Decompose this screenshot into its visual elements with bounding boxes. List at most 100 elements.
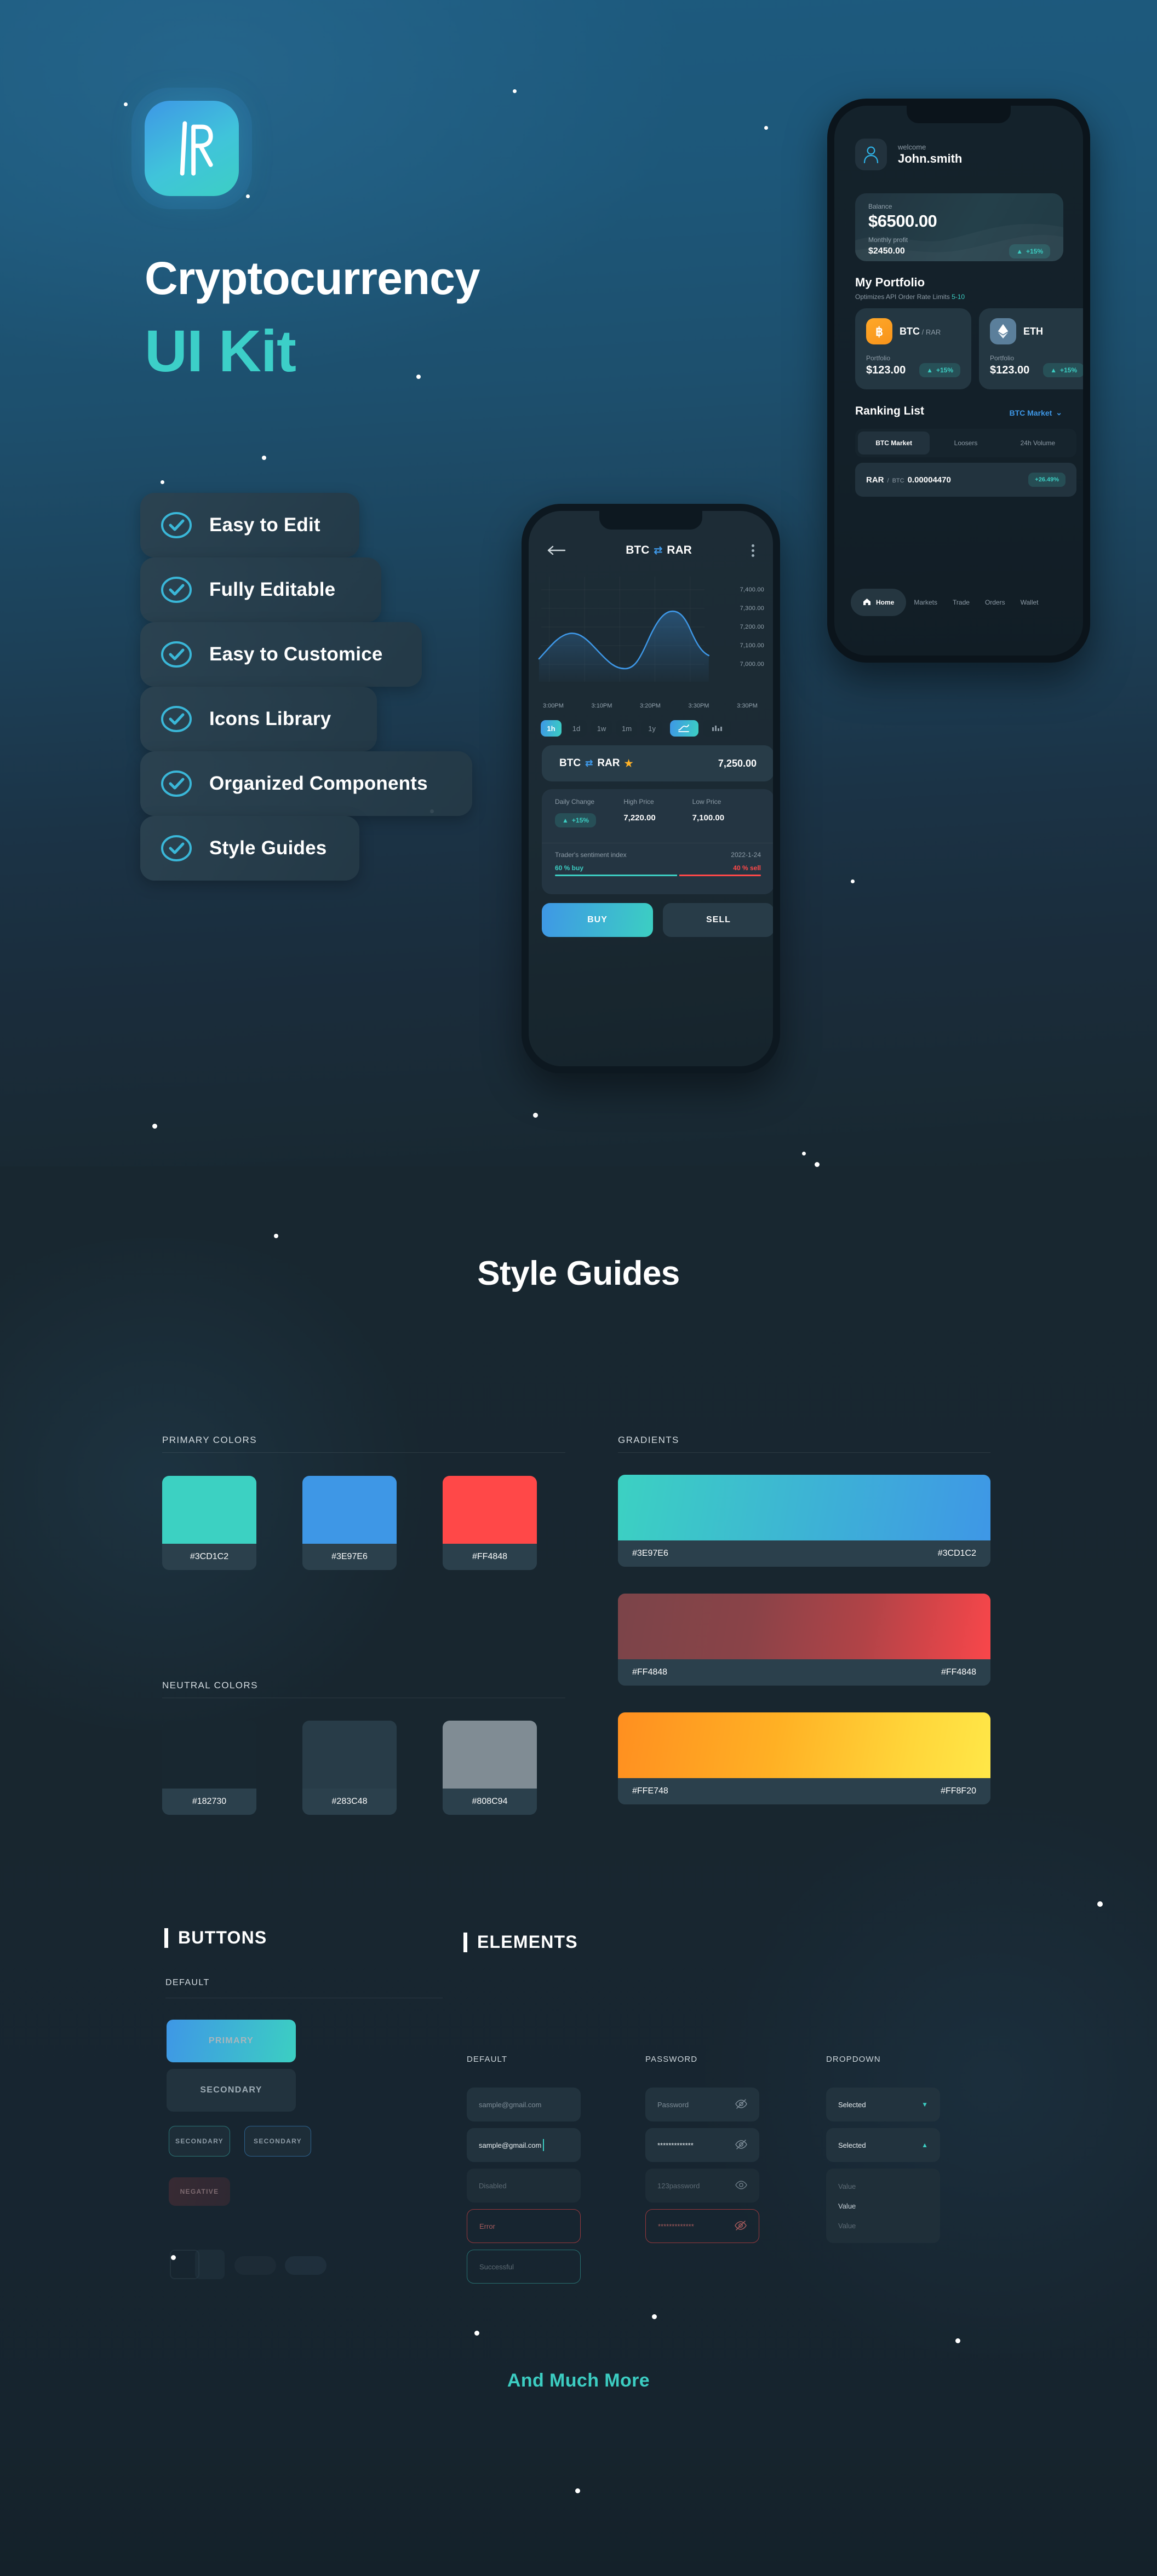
gradient-hex-from: #FFE748: [632, 1786, 668, 1796]
eye-off-icon[interactable]: [735, 2098, 747, 2111]
gradient-hex-to: #FF8F20: [941, 1786, 976, 1796]
feature-item-icons-library[interactable]: Icons Library: [140, 687, 377, 751]
caret-down-icon: ▼: [921, 2101, 928, 2108]
line-chart-icon[interactable]: [670, 720, 699, 737]
feature-item-easy-to-customice[interactable]: Easy to Customice: [140, 622, 422, 687]
buy-button[interactable]: BUY: [542, 903, 653, 937]
toggle-switch-off[interactable]: [234, 2256, 276, 2275]
coin-card-eth[interactable]: ETH Portfolio $123.00 ▲ +15%: [979, 308, 1083, 389]
input-error-text: Error: [479, 2222, 495, 2230]
dropdown-option[interactable]: Value: [826, 2216, 940, 2235]
toggle-switch-on[interactable]: [285, 2256, 327, 2275]
coin-portfolio-label: Portfolio: [866, 354, 891, 362]
star-icon[interactable]: ★: [624, 758, 633, 769]
input-password-filled[interactable]: *************: [645, 2128, 759, 2162]
stat-low-price: Low Price 7,100.00: [692, 798, 761, 843]
eye-off-icon[interactable]: [735, 2220, 747, 2232]
sell-button[interactable]: SELL: [663, 903, 773, 937]
stat-label: High Price: [623, 798, 654, 806]
ranking-quote: BTC: [892, 477, 904, 484]
negative-button[interactable]: NEGATIVE: [169, 2177, 230, 2206]
dropdown-expanded[interactable]: Selected ▲: [826, 2128, 940, 2162]
timeframe-chip-1h[interactable]: 1h: [541, 720, 562, 737]
monthly-profit-label: Monthly profit: [868, 236, 908, 244]
timeframe-chip-1w[interactable]: 1w: [591, 720, 612, 737]
input-password-placeholder[interactable]: Password: [645, 2088, 759, 2121]
eye-off-icon[interactable]: [735, 2139, 747, 2151]
coin-change-badge: ▲ +15%: [919, 363, 960, 377]
dropdown-option[interactable]: Value: [826, 2176, 940, 2196]
timeframe-chip-1m[interactable]: 1m: [616, 720, 638, 737]
input-password-error[interactable]: *************: [645, 2209, 759, 2243]
ethereum-icon: [990, 318, 1016, 344]
phone-notch: [599, 511, 702, 530]
input-disabled-text: Disabled: [479, 2181, 507, 2190]
chart-y-label: 7,200.00: [740, 624, 764, 630]
ranking-row[interactable]: RAR / BTC 0.00004470 +26.49%: [855, 463, 1076, 497]
ranking-tab-btc-market[interactable]: BTC Market: [858, 432, 930, 455]
swatch-fill: [302, 1476, 397, 1544]
nav-label: Home: [876, 599, 895, 606]
swatch-hex: #3E97E6: [302, 1544, 397, 1570]
secondary-outline-blue-button[interactable]: SECONDARY: [244, 2126, 311, 2157]
elements-default-column-label: DEFAULT: [467, 2055, 508, 2064]
elements-password-column-label: PASSWORD: [645, 2055, 698, 2064]
price-card-base: BTC: [559, 757, 581, 769]
hero-title-primary: Cryptocurrency: [145, 252, 480, 304]
checkbox-checked[interactable]: [195, 2250, 225, 2279]
input-default-placeholder[interactable]: sample@gmail.com: [467, 2088, 581, 2121]
timeframe-chip-1y[interactable]: 1y: [641, 720, 663, 737]
eye-icon[interactable]: [735, 2180, 747, 2192]
chevron-down-icon: ⌄: [1056, 408, 1062, 417]
timeframe-chip-1d[interactable]: 1d: [566, 720, 587, 737]
dropdown-collapsed[interactable]: Selected ▼: [826, 2088, 940, 2121]
check-circle-icon: [160, 767, 193, 800]
more-vertical-icon[interactable]: [752, 544, 754, 557]
dropdown-option-label: Value: [838, 2221, 856, 2230]
input-default-filled[interactable]: sample@gmail.com: [467, 2128, 581, 2162]
secondary-outline-teal-button[interactable]: SECONDARY: [169, 2126, 230, 2157]
feature-item-style-guides[interactable]: Style Guides: [140, 816, 359, 881]
pair-base-label: BTC: [626, 544, 650, 556]
gradient-fill: [618, 1594, 990, 1659]
nav-item-trade[interactable]: Trade: [945, 589, 977, 616]
candlestick-chart-icon[interactable]: [703, 720, 732, 737]
username-label: John.smith: [898, 151, 963, 165]
input-default-success[interactable]: Successful: [467, 2250, 581, 2284]
dropdown-option[interactable]: Value: [826, 2196, 940, 2216]
buttons-heading-text: BUTTONS: [178, 1928, 267, 1947]
swatch-hex: #FF4848: [443, 1544, 537, 1570]
swatch-fill: [443, 1476, 537, 1544]
feature-item-fully-editable[interactable]: Fully Editable: [140, 557, 381, 622]
ranking-market-selector[interactable]: BTC Market ⌄: [1009, 408, 1062, 417]
ranking-tab-loosers[interactable]: Loosers: [930, 432, 1001, 455]
user-avatar-icon[interactable]: [855, 139, 887, 170]
nav-item-markets[interactable]: Markets: [906, 589, 945, 616]
swatch-fill: [162, 1476, 256, 1544]
swatch-fill: [443, 1721, 537, 1789]
color-swatch-neutral-3: #808C94: [443, 1721, 537, 1815]
feature-item-easy-to-edit[interactable]: Easy to Edit: [140, 493, 359, 557]
chart-pair-title: BTC ⇄ RAR: [626, 544, 692, 557]
sentiment-sell-label: 40 % sell: [733, 864, 761, 872]
nav-item-wallet[interactable]: Wallet: [1013, 589, 1046, 616]
nav-item-home[interactable]: Home: [851, 589, 907, 616]
primary-colors-label: PRIMARY COLORS: [162, 1435, 257, 1445]
stat-label: Daily Change: [555, 798, 595, 806]
back-arrow-icon[interactable]: [547, 545, 566, 556]
coin-portfolio-label: Portfolio: [990, 354, 1015, 362]
coin-card-btc[interactable]: ฿ BTC / RAR Portfolio $123.00 ▲ +15%: [855, 308, 971, 389]
nav-item-orders[interactable]: Orders: [977, 589, 1013, 616]
elements-heading-text: ELEMENTS: [477, 1932, 578, 1952]
feature-item-organized-components[interactable]: Organized Components: [140, 751, 472, 816]
chart-x-label: 3:00PM: [543, 703, 564, 709]
portfolio-coin-cards: ฿ BTC / RAR Portfolio $123.00 ▲ +15% ETH…: [855, 308, 1083, 389]
pair-price-card[interactable]: BTC ⇄ RAR ★ 7,250.00: [542, 745, 773, 781]
input-default-error[interactable]: Error: [467, 2209, 581, 2243]
primary-button[interactable]: PRIMARY: [167, 2020, 296, 2062]
nav-label: Wallet: [1020, 599, 1039, 606]
price-card-quote: RAR: [597, 757, 620, 769]
ranking-tab-24h-volume[interactable]: 24h Volume: [1002, 432, 1074, 455]
coin-portfolio-value: $123.00: [990, 364, 1030, 376]
secondary-button[interactable]: SECONDARY: [167, 2069, 296, 2112]
